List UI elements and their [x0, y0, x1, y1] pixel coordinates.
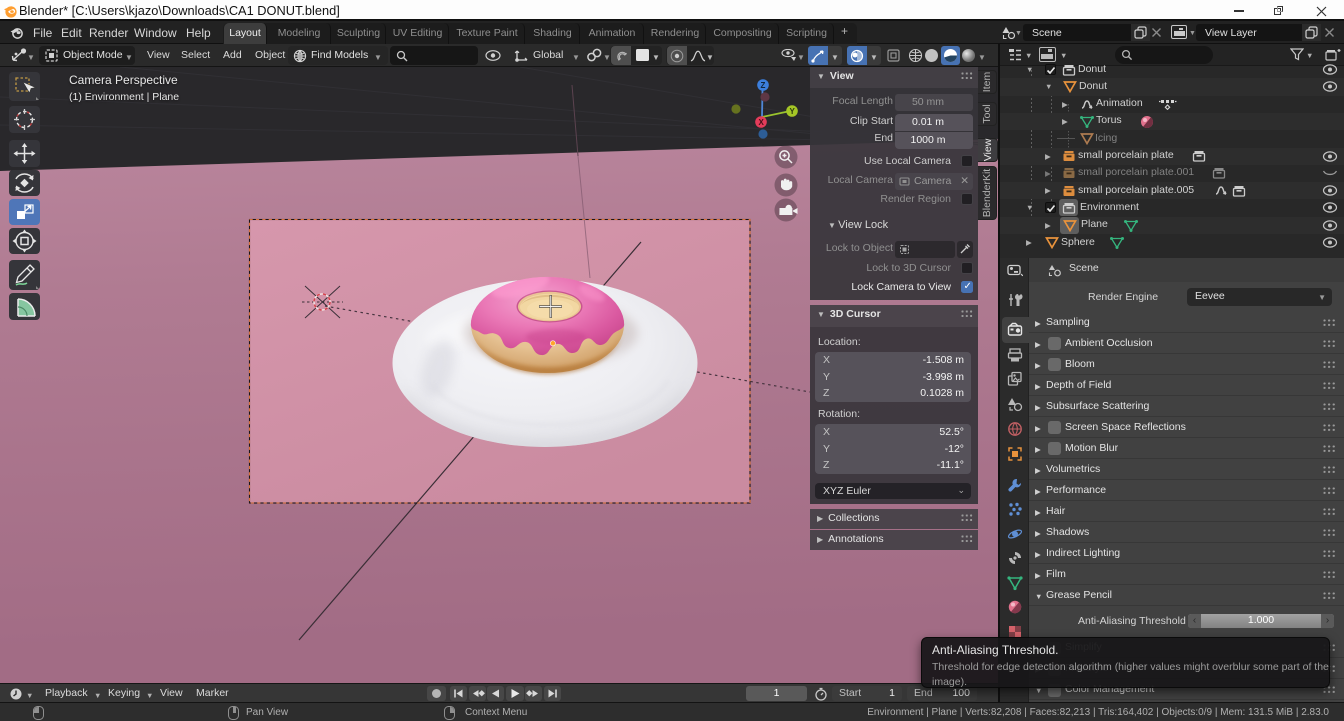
svg-text:Z: Z — [761, 81, 766, 90]
svg-text:X: X — [759, 118, 765, 127]
svg-text:Y: Y — [790, 107, 796, 116]
